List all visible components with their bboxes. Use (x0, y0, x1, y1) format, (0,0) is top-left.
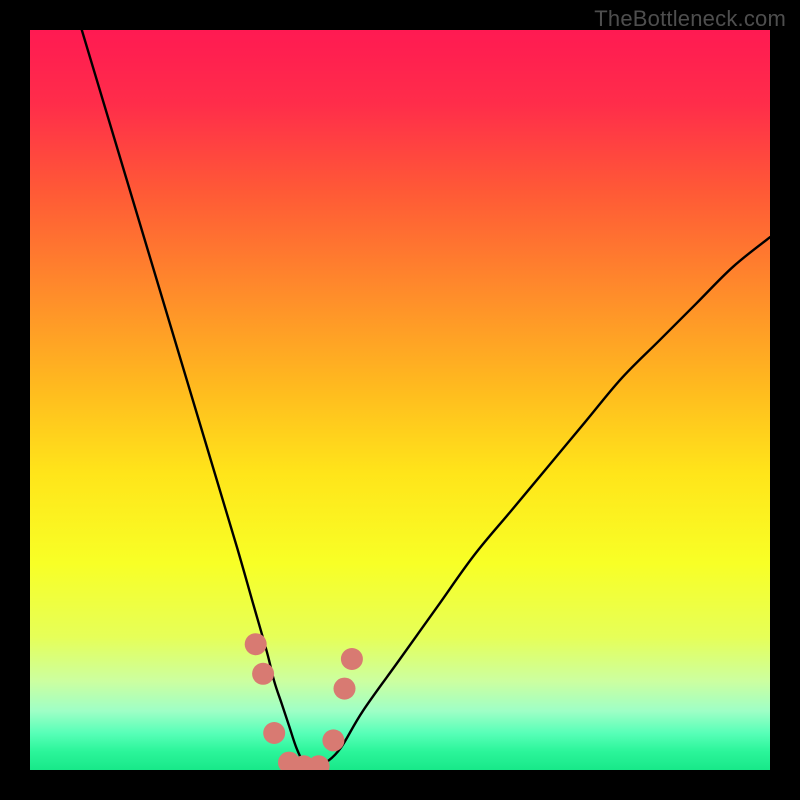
highlight-dot (263, 722, 285, 744)
highlight-dot (245, 633, 267, 655)
highlight-dot (341, 648, 363, 670)
bottleneck-curve (82, 30, 770, 767)
highlight-dot (322, 729, 344, 751)
watermark-text: TheBottleneck.com (594, 6, 786, 32)
highlight-dot (334, 678, 356, 700)
highlight-dot (252, 663, 274, 685)
plot-area (30, 30, 770, 770)
highlight-dot (308, 755, 330, 770)
highlight-dots (245, 633, 363, 770)
chart-frame: TheBottleneck.com (0, 0, 800, 800)
curve-layer (30, 30, 770, 770)
